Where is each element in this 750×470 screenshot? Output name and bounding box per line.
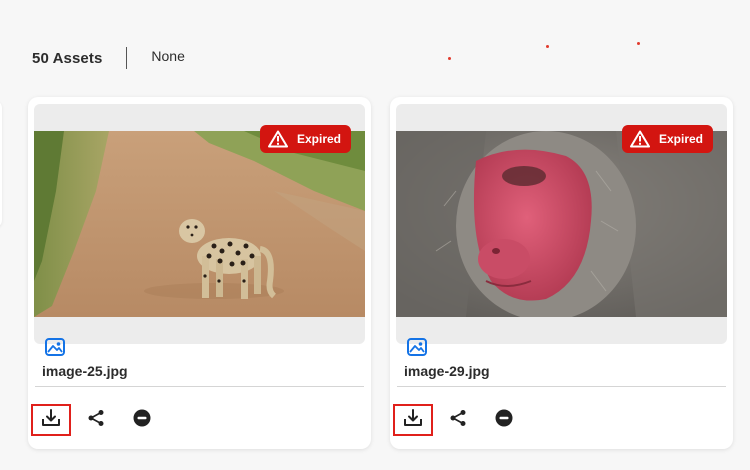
alert-icon bbox=[629, 130, 650, 148]
card-divider bbox=[35, 386, 364, 387]
share-button[interactable] bbox=[440, 405, 476, 435]
image-icon bbox=[407, 338, 427, 356]
share-icon bbox=[87, 409, 105, 432]
alert-icon bbox=[267, 130, 288, 148]
asset-card[interactable]: Expired bbox=[28, 97, 371, 449]
asset-card[interactable]: Expired bbox=[390, 97, 733, 449]
image-icon bbox=[45, 338, 65, 356]
expired-badge: Expired bbox=[621, 125, 713, 153]
selection-status[interactable]: None bbox=[151, 48, 184, 64]
download-icon bbox=[41, 408, 61, 432]
remove-icon bbox=[133, 409, 151, 432]
badge-label: Expired bbox=[658, 132, 703, 146]
asset-file-name[interactable]: image-25.jpg bbox=[42, 363, 128, 379]
asset-image-macaque bbox=[396, 131, 727, 317]
previous-card-edge bbox=[0, 100, 2, 228]
remove-button[interactable] bbox=[486, 405, 522, 435]
download-icon bbox=[403, 408, 423, 432]
asset-header: 50 Assets None bbox=[32, 46, 185, 70]
download-button[interactable] bbox=[393, 404, 433, 436]
decorative-dot bbox=[637, 42, 640, 45]
decorative-dot bbox=[448, 57, 451, 60]
remove-button[interactable] bbox=[124, 405, 160, 435]
asset-thumbnail-frame[interactable]: Expired bbox=[396, 104, 727, 344]
asset-thumbnail-frame[interactable]: Expired bbox=[34, 104, 365, 344]
remove-icon bbox=[495, 409, 513, 432]
decorative-dot bbox=[546, 45, 549, 48]
share-icon bbox=[449, 409, 467, 432]
download-button[interactable] bbox=[31, 404, 71, 436]
header-divider bbox=[126, 47, 128, 69]
badge-label: Expired bbox=[296, 132, 341, 146]
asset-image-leopard bbox=[34, 131, 365, 317]
expired-badge: Expired bbox=[259, 125, 351, 153]
asset-file-name[interactable]: image-29.jpg bbox=[404, 363, 490, 379]
asset-count: 50 Assets bbox=[32, 49, 103, 67]
card-divider bbox=[397, 386, 726, 387]
share-button[interactable] bbox=[78, 405, 114, 435]
